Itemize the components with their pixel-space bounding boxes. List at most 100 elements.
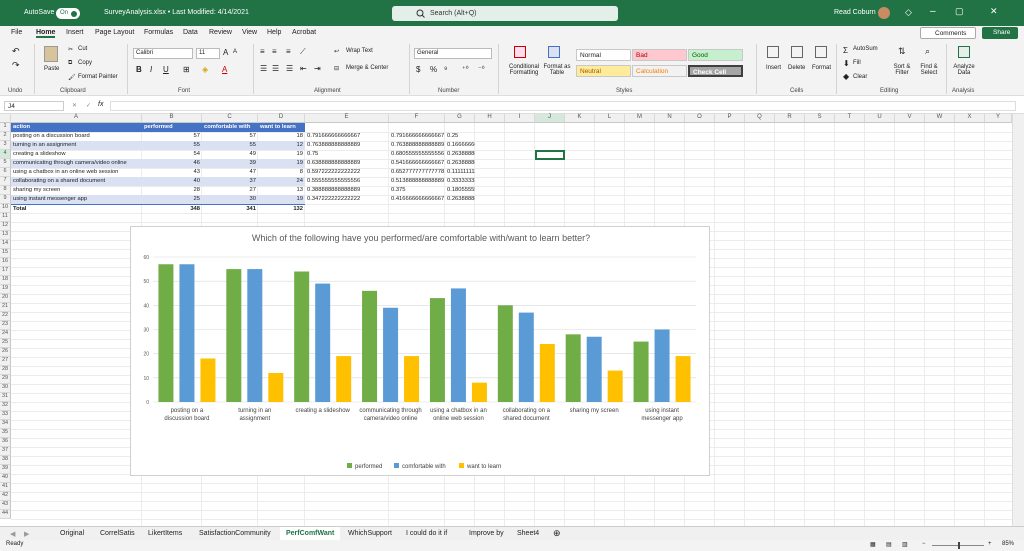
- fill-icon[interactable]: ⬇: [843, 59, 850, 68]
- column-header[interactable]: Y: [985, 114, 1012, 123]
- table-cell[interactable]: 0.375: [389, 186, 445, 195]
- row-header[interactable]: 28: [0, 366, 11, 375]
- table-cell[interactable]: 57: [142, 132, 202, 141]
- column-header[interactable]: D: [258, 114, 305, 123]
- delete-cells-button[interactable]: Delete: [788, 65, 805, 71]
- table-cell[interactable]: 0.166666666666667: [445, 141, 475, 150]
- diamond-icon[interactable]: ◇: [905, 7, 912, 18]
- table-cell[interactable]: 12: [258, 141, 305, 150]
- table-cell[interactable]: collaborating on a shared document: [11, 177, 142, 186]
- column-header[interactable]: O: [685, 114, 715, 123]
- align-center-icon[interactable]: ☰: [272, 64, 279, 73]
- column-header[interactable]: W: [925, 114, 955, 123]
- comma-icon[interactable]: ⁹: [444, 65, 447, 74]
- underline-icon[interactable]: U: [163, 65, 169, 74]
- table-cell[interactable]: 19: [258, 159, 305, 168]
- table-cell[interactable]: 55: [202, 141, 258, 150]
- table-cell[interactable]: 0.263888888888889: [445, 159, 475, 168]
- table-header-3[interactable]: want to learn: [258, 123, 305, 132]
- orientation-icon[interactable]: ⟋: [300, 47, 306, 57]
- align-middle-icon[interactable]: ≡: [272, 47, 277, 56]
- style-calculation[interactable]: Calculation: [632, 65, 687, 77]
- undo-icon[interactable]: ↶: [12, 46, 20, 57]
- active-cell-j4[interactable]: [535, 150, 565, 160]
- tab-correlsatis[interactable]: CorrelSatis: [100, 530, 135, 537]
- column-header[interactable]: R: [775, 114, 805, 123]
- row-header[interactable]: 37: [0, 447, 11, 456]
- menu-data[interactable]: Data: [183, 29, 198, 36]
- table-cell[interactable]: 49: [202, 150, 258, 159]
- row-header[interactable]: 31: [0, 393, 11, 402]
- align-left-icon[interactable]: ☰: [260, 64, 267, 73]
- row-header[interactable]: 23: [0, 321, 11, 330]
- tab-satisfactioncommunity[interactable]: SatisfactionCommunity: [199, 530, 271, 537]
- row-header[interactable]: 20: [0, 294, 11, 303]
- column-header[interactable]: L: [595, 114, 625, 123]
- wrap-text-button[interactable]: Wrap Text: [346, 48, 373, 54]
- column-header[interactable]: K: [565, 114, 595, 123]
- table-cell[interactable]: 0.75: [305, 150, 389, 159]
- align-top-icon[interactable]: ≡: [260, 47, 265, 56]
- prev-sheet-icon[interactable]: ◀: [10, 530, 15, 538]
- zoom-out-icon[interactable]: −: [922, 541, 926, 547]
- row-header[interactable]: 39: [0, 465, 11, 474]
- conditional-formatting-button[interactable]: Conditional Formatting: [504, 64, 544, 76]
- tab-improve-by[interactable]: Improve by: [469, 530, 504, 537]
- table-cell[interactable]: posting on a discussion board: [11, 132, 142, 141]
- menu-review[interactable]: Review: [209, 29, 232, 36]
- row-header[interactable]: 40: [0, 474, 11, 483]
- table-cell[interactable]: using instant messenger app: [11, 195, 142, 204]
- row-header[interactable]: 3: [0, 141, 11, 150]
- menu-acrobat[interactable]: Acrobat: [292, 29, 316, 36]
- merge-center-button[interactable]: Merge & Center: [346, 65, 388, 71]
- font-size-select[interactable]: 11: [196, 48, 220, 59]
- chart[interactable]: Which of the following have you performe…: [130, 226, 710, 476]
- table-cell[interactable]: 0.541666666666667: [389, 159, 445, 168]
- format-as-table-button[interactable]: Format as Table: [542, 64, 572, 76]
- total-cell[interactable]: 132: [258, 204, 305, 213]
- row-header[interactable]: 13: [0, 231, 11, 240]
- merge-icon[interactable]: ⊟: [334, 65, 339, 72]
- currency-icon[interactable]: $: [416, 65, 420, 74]
- row-header[interactable]: 32: [0, 402, 11, 411]
- vertical-scrollbar[interactable]: [1012, 114, 1024, 526]
- align-right-icon[interactable]: ☰: [286, 64, 293, 73]
- format-as-table-icon[interactable]: [548, 46, 560, 58]
- table-cell[interactable]: 13: [258, 186, 305, 195]
- table-cell[interactable]: 0.763888888888889: [389, 141, 445, 150]
- total-cell[interactable]: 348: [142, 204, 202, 213]
- normal-view-icon[interactable]: ▦: [870, 541, 876, 548]
- column-header[interactable]: E: [305, 114, 389, 123]
- total-cell[interactable]: Total: [11, 204, 142, 213]
- row-header[interactable]: 5: [0, 159, 11, 168]
- autosum-button[interactable]: AutoSum: [853, 46, 878, 52]
- column-header[interactable]: N: [655, 114, 685, 123]
- column-header[interactable]: H: [475, 114, 505, 123]
- menu-insert[interactable]: Insert: [66, 29, 84, 36]
- row-header[interactable]: 7: [0, 177, 11, 186]
- table-cell[interactable]: 19: [258, 195, 305, 204]
- menu-home[interactable]: Home: [36, 29, 56, 38]
- redo-icon[interactable]: ↷: [12, 60, 20, 71]
- table-cell[interactable]: using a chatbox in an online web session: [11, 168, 142, 177]
- table-cell[interactable]: 30: [202, 195, 258, 204]
- select-all-corner[interactable]: [0, 114, 11, 123]
- row-header[interactable]: 16: [0, 258, 11, 267]
- table-cell[interactable]: 54: [142, 150, 202, 159]
- table-cell[interactable]: 0.333333333333333: [445, 177, 475, 186]
- menu-page-layout[interactable]: Page Layout: [95, 29, 134, 36]
- row-header[interactable]: 12: [0, 222, 11, 231]
- table-cell[interactable]: 8: [258, 168, 305, 177]
- style-check-cell[interactable]: Check Cell: [688, 65, 743, 77]
- column-header[interactable]: S: [805, 114, 835, 123]
- table-cell[interactable]: 57: [202, 132, 258, 141]
- table-header-2[interactable]: comfortable with: [202, 123, 258, 132]
- format-cells-button[interactable]: Format: [812, 65, 831, 71]
- column-header[interactable]: X: [955, 114, 985, 123]
- row-header[interactable]: 8: [0, 186, 11, 195]
- cancel-icon[interactable]: ✕: [72, 102, 77, 109]
- table-cell[interactable]: 24: [258, 177, 305, 186]
- align-bottom-icon[interactable]: ≡: [286, 47, 291, 56]
- indent-icon[interactable]: ⇤: [300, 64, 307, 73]
- tab-likertitems[interactable]: LikertItems: [148, 530, 182, 537]
